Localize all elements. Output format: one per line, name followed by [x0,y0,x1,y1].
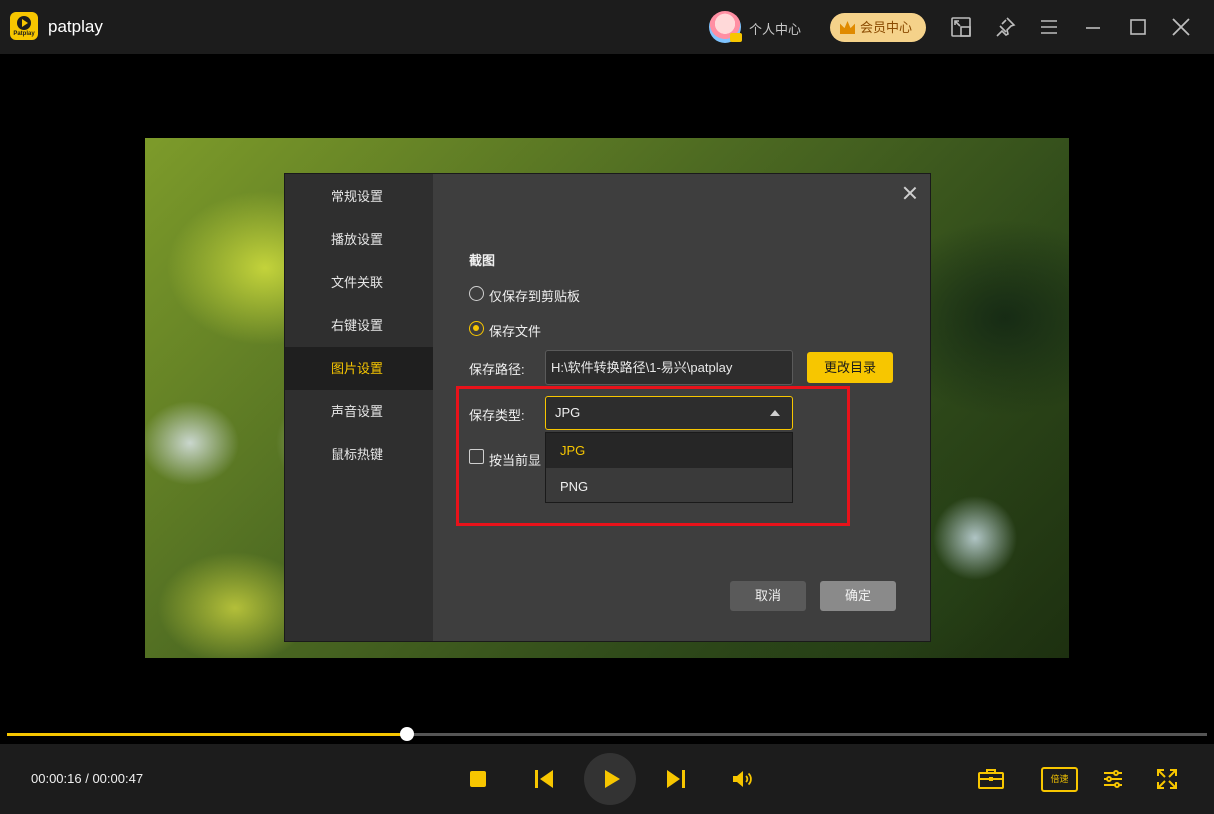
vip-center-label: 会员中心 [860,20,913,35]
app-logo-icon: Patplay [10,12,38,40]
sidebar-item-file-association[interactable]: 文件关联 [285,261,433,304]
vip-center-button[interactable]: 会员中心 [830,13,926,42]
change-directory-button[interactable]: 更改目录 [807,352,893,383]
time-display: 00:00:16 / 00:00:47 [31,771,144,786]
crown-icon [840,21,855,34]
progress-fill [7,733,407,736]
next-icon[interactable] [664,767,688,791]
sidebar-item-right-click[interactable]: 右键设置 [285,304,433,347]
vip-badge-icon [730,33,742,42]
adjust-icon[interactable] [1101,767,1125,791]
radio-label: 保存文件 [489,324,542,339]
control-bar: 00:00:16 / 00:00:47 倍速 [0,744,1214,814]
save-path-input[interactable]: H:\软件转换路径\1-易兴\patplay [545,350,793,385]
sidebar-item-sound[interactable]: 声音设置 [285,390,433,433]
play-icon [605,770,620,788]
close-icon[interactable] [1169,15,1193,39]
cancel-button[interactable]: 取消 [730,581,806,611]
mini-mode-icon[interactable] [949,15,973,39]
volume-icon[interactable] [730,767,754,791]
sidebar-item-image[interactable]: 图片设置 [285,347,433,390]
confirm-button[interactable]: 确定 [820,581,896,611]
user-center-link[interactable]: 个人中心 [749,19,801,38]
toolbox-icon[interactable] [977,767,1005,791]
maximize-icon[interactable] [1126,15,1150,39]
highlight-box [456,386,850,526]
sidebar-item-playback[interactable]: 播放设置 [285,218,433,261]
playback-speed-button[interactable]: 倍速 [1041,767,1078,792]
sidebar-item-general[interactable]: 常规设置 [285,175,433,218]
play-button[interactable] [584,753,636,805]
progress-handle[interactable] [399,727,414,741]
menu-icon[interactable] [1037,15,1061,39]
save-path-label: 保存路径: [469,362,525,377]
progress-bar[interactable] [7,727,1207,741]
app-window: Patplay patplay 个人中心 会员中心 常规设置 播放设置 文件关联… [0,0,1214,814]
previous-icon[interactable] [532,767,556,791]
dialog-close-icon[interactable] [902,185,918,201]
radio-label: 仅保存到剪贴板 [489,289,581,304]
fullscreen-icon[interactable] [1155,767,1179,791]
logo-text: Patplay [13,31,35,37]
radio-button[interactable] [469,321,484,336]
title-bar: Patplay patplay 个人中心 会员中心 [0,0,1214,54]
sidebar-item-mouse-hotkeys[interactable]: 鼠标热键 [285,433,433,476]
stop-icon[interactable] [466,767,490,791]
radio-button[interactable] [469,286,484,301]
pin-icon[interactable] [993,15,1017,39]
app-title: patplay [48,17,103,36]
settings-sidebar: 常规设置 播放设置 文件关联 右键设置 图片设置 声音设置 鼠标热键 [285,174,433,641]
minimize-icon[interactable] [1081,15,1105,39]
section-title: 截图 [469,253,496,268]
